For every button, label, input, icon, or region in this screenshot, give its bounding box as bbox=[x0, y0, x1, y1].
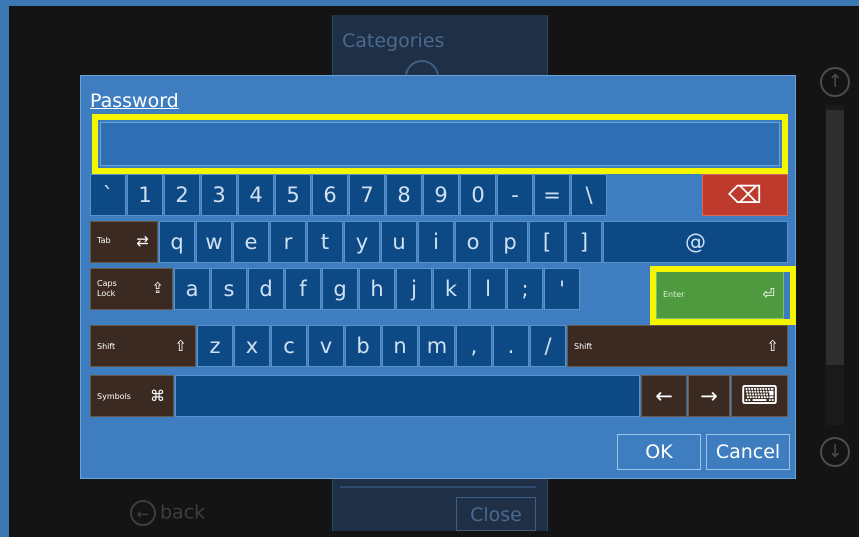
key-row3-2[interactable]: d bbox=[248, 268, 284, 310]
key-row3-0[interactable]: a bbox=[174, 268, 210, 310]
shift-right-icon: ⇧ bbox=[766, 337, 779, 355]
key-row4-6[interactable]: m bbox=[419, 325, 455, 367]
key-7[interactable]: 7 bbox=[349, 174, 385, 216]
shift-left-key[interactable]: Shift ⇧ bbox=[90, 325, 196, 367]
dialog-title: Password bbox=[90, 90, 179, 112]
shift-right-label: Shift bbox=[574, 342, 593, 351]
back-arrow-icon: ← bbox=[130, 500, 156, 526]
key-p[interactable]: p bbox=[492, 221, 528, 263]
key-][interactable]: ] bbox=[566, 221, 602, 263]
right-arrow-key[interactable]: → bbox=[688, 375, 730, 417]
scrollbar-thumb[interactable] bbox=[826, 110, 844, 365]
backspace-icon: ⌫ bbox=[728, 181, 762, 209]
cancel-button[interactable]: Cancel bbox=[706, 434, 790, 470]
back-label: back bbox=[160, 501, 206, 524]
key-1[interactable]: 1 bbox=[127, 174, 163, 216]
caps-lock-key[interactable]: Caps Lock ⇪ bbox=[90, 268, 173, 310]
key-12[interactable]: = bbox=[534, 174, 570, 216]
key-e[interactable]: e bbox=[233, 221, 269, 263]
key-row4-7[interactable]: , bbox=[456, 325, 492, 367]
key-row3-10[interactable]: ' bbox=[544, 268, 580, 310]
key-0[interactable]: ` bbox=[90, 174, 126, 216]
shift-right-key[interactable]: Shift ⇧ bbox=[567, 325, 788, 367]
key-5[interactable]: 5 bbox=[275, 174, 311, 216]
key-row4-2[interactable]: c bbox=[271, 325, 307, 367]
enter-highlight bbox=[650, 266, 796, 325]
key-row4-9[interactable]: / bbox=[530, 325, 566, 367]
space-key[interactable] bbox=[175, 375, 640, 417]
key-[[interactable]: [ bbox=[529, 221, 565, 263]
shift-left-icon: ⇧ bbox=[174, 337, 187, 355]
key-row3-9[interactable]: ; bbox=[507, 268, 543, 310]
scroll-up-icon[interactable]: ↑ bbox=[820, 67, 850, 97]
key-u[interactable]: u bbox=[381, 221, 417, 263]
key-13[interactable]: \ bbox=[571, 174, 607, 216]
scroll-down-icon[interactable]: ↓ bbox=[820, 437, 850, 467]
key-9[interactable]: 9 bbox=[423, 174, 459, 216]
key-t[interactable]: t bbox=[307, 221, 343, 263]
key-row4-0[interactable]: z bbox=[197, 325, 233, 367]
key-10[interactable]: 0 bbox=[460, 174, 496, 216]
key-row4-1[interactable]: x bbox=[234, 325, 270, 367]
input-highlight bbox=[92, 114, 788, 174]
key-8[interactable]: 8 bbox=[386, 174, 422, 216]
keyboard-icon: ⌨ bbox=[740, 381, 779, 411]
panel-divider bbox=[340, 486, 536, 488]
key-row3-6[interactable]: j bbox=[396, 268, 432, 310]
key-row4-3[interactable]: v bbox=[308, 325, 344, 367]
key-row3-8[interactable]: l bbox=[470, 268, 506, 310]
caps-label-2: Lock bbox=[97, 289, 116, 298]
caps-label-1: Caps bbox=[97, 279, 117, 288]
symbols-label: Symbols bbox=[97, 392, 131, 401]
key-6[interactable]: 6 bbox=[312, 174, 348, 216]
backspace-key[interactable]: ⌫ bbox=[702, 174, 788, 216]
caps-lock-icon: ⇪ bbox=[151, 279, 164, 297]
ok-button[interactable]: OK bbox=[617, 434, 701, 470]
key-y[interactable]: y bbox=[344, 221, 380, 263]
key-row3-3[interactable]: f bbox=[285, 268, 321, 310]
tab-key[interactable]: Tab ⇄ bbox=[90, 221, 158, 263]
key-row3-4[interactable]: g bbox=[322, 268, 358, 310]
hide-keyboard-key[interactable]: ⌨ bbox=[731, 375, 788, 417]
key-3[interactable]: 3 bbox=[201, 174, 237, 216]
key-4[interactable]: 4 bbox=[238, 174, 274, 216]
key-o[interactable]: o bbox=[455, 221, 491, 263]
left-arrow-key[interactable]: ← bbox=[641, 375, 687, 417]
key-q[interactable]: q bbox=[159, 221, 195, 263]
key-i[interactable]: i bbox=[418, 221, 454, 263]
key-11[interactable]: - bbox=[497, 174, 533, 216]
at-key[interactable]: @ bbox=[603, 221, 788, 263]
tab-icon: ⇄ bbox=[136, 232, 149, 250]
key-w[interactable]: w bbox=[196, 221, 232, 263]
key-r[interactable]: r bbox=[270, 221, 306, 263]
key-row3-7[interactable]: k bbox=[433, 268, 469, 310]
close-button[interactable]: Close bbox=[456, 497, 536, 531]
key-2[interactable]: 2 bbox=[164, 174, 200, 216]
key-row4-8[interactable]: . bbox=[493, 325, 529, 367]
key-row4-5[interactable]: n bbox=[382, 325, 418, 367]
symbols-icon: ⌘ bbox=[150, 387, 165, 405]
symbols-key[interactable]: Symbols ⌘ bbox=[90, 375, 174, 417]
back-button[interactable]: ← back bbox=[130, 500, 205, 526]
key-row4-4[interactable]: b bbox=[345, 325, 381, 367]
tab-label: Tab bbox=[97, 236, 111, 245]
key-row3-5[interactable]: h bbox=[359, 268, 395, 310]
key-row3-1[interactable]: s bbox=[211, 268, 247, 310]
categories-title: Categories bbox=[342, 30, 445, 52]
shift-left-label: Shift bbox=[97, 342, 116, 351]
